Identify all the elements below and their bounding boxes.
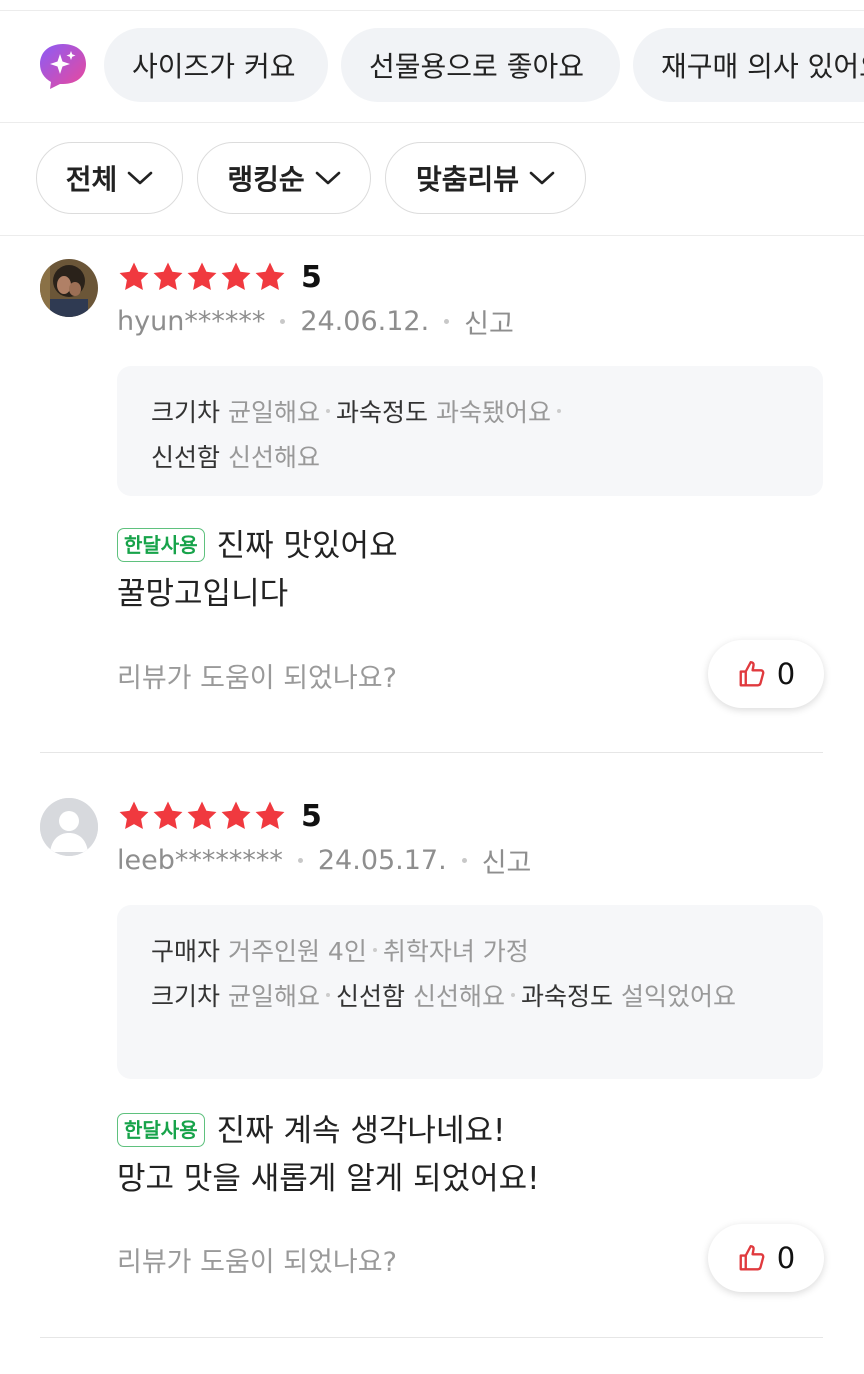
- star-icon: [187, 262, 217, 291]
- top-divider: [0, 10, 864, 11]
- review-divider: [40, 1337, 823, 1338]
- avatar[interactable]: [40, 259, 98, 317]
- attribute-key: 신선함: [335, 982, 405, 1011]
- meta-separator: [280, 318, 286, 324]
- reviewer-id: hyun******: [117, 305, 266, 337]
- star-icon: [221, 801, 251, 830]
- filter-sort-dropdown[interactable]: 랭킹순: [197, 142, 371, 214]
- keyword-chip-row: 사이즈가 커요 선물용으로 좋아요 재구매 의사 있어요: [0, 28, 864, 104]
- attribute-separator: [325, 409, 330, 413]
- review-text-line: 진짜 맛있어요: [216, 528, 398, 564]
- filter-label: 전체: [65, 163, 118, 196]
- star-icon: [187, 801, 217, 830]
- ai-sparkle-icon[interactable]: [38, 42, 88, 90]
- report-link[interactable]: 신고: [464, 302, 514, 341]
- filter-label: 랭킹순: [227, 163, 305, 196]
- review-text: 한달사용 진짜 계속 생각나네요! 망고 맛을 새롭게 알게 되었어요!: [117, 1107, 540, 1203]
- month-use-badge: 한달사용: [117, 527, 205, 562]
- rating-score: 5: [301, 798, 322, 834]
- report-link[interactable]: 신고: [482, 841, 532, 880]
- chevron-down-icon: [315, 171, 340, 185]
- thumbs-up-icon: [739, 660, 765, 687]
- attribute-separator: [325, 993, 330, 997]
- review-text-line: 망고 맛을 새롭게 알게 되었어요!: [117, 1161, 540, 1197]
- review-date: 24.06.12.: [300, 305, 430, 337]
- keyword-chip-label: 사이즈가 커요: [132, 50, 296, 83]
- review-meta: hyun****** 24.06.12. 신고: [117, 302, 514, 341]
- review-text: 한달사용 진짜 맛있어요 꿀망고입니다: [117, 522, 398, 618]
- helpful-prompt: 리뷰가 도움이 되었나요?: [117, 663, 397, 694]
- like-count: 0: [776, 657, 796, 691]
- attribute-separator: [556, 409, 561, 413]
- default-avatar-icon: [40, 798, 98, 856]
- meta-separator: [297, 857, 303, 863]
- filter-label: 맞춤리뷰: [415, 163, 520, 196]
- star-icon: [119, 801, 149, 830]
- reviewer-id: leeb********: [117, 844, 283, 876]
- thumbs-up-icon: [739, 1244, 765, 1271]
- helpful-prompt: 리뷰가 도움이 되었나요?: [117, 1247, 397, 1278]
- review-attributes: 크기차 균일해요 과숙정도 과숙됐어요 신선함 신선해요: [117, 366, 823, 496]
- star-icon: [255, 262, 285, 291]
- chevron-down-icon: [529, 171, 555, 185]
- keyword-chip-gift[interactable]: 선물용으로 좋아요: [341, 28, 620, 102]
- star-rating: 5: [117, 257, 322, 297]
- star-rating: 5: [117, 796, 322, 836]
- star-icon: [255, 801, 285, 830]
- star-icon: [153, 262, 183, 291]
- review-meta: leeb******** 24.05.17. 신고: [117, 841, 532, 880]
- like-button[interactable]: 0: [708, 640, 824, 708]
- attribute-separator: [510, 993, 515, 997]
- buyer-info: 취학자녀 가정: [382, 937, 529, 966]
- review-text-line: 진짜 계속 생각나네요!: [216, 1113, 506, 1149]
- month-use-badge: 한달사용: [117, 1112, 205, 1147]
- review-text-line: 꿀망고입니다: [117, 576, 289, 612]
- chevron-down-icon: [127, 171, 153, 185]
- star-icon: [153, 801, 183, 830]
- attribute-value: 신선해요: [227, 443, 320, 472]
- review-divider: [40, 752, 823, 753]
- attribute-value: 신선해요: [412, 982, 505, 1011]
- filter-all-dropdown[interactable]: 전체: [36, 142, 183, 214]
- rating-score: 5: [301, 259, 322, 295]
- buyer-label: 구매자: [151, 937, 221, 966]
- like-count: 0: [776, 1241, 796, 1275]
- avatar[interactable]: [40, 798, 98, 856]
- attribute-key: 과숙정도: [335, 398, 428, 427]
- attribute-key: 크기차: [151, 982, 221, 1011]
- attribute-value: 균일해요: [227, 982, 320, 1011]
- attribute-value: 설익었어요: [620, 982, 736, 1011]
- like-button[interactable]: 0: [708, 1224, 824, 1292]
- attribute-key: 과숙정도: [520, 982, 613, 1011]
- filter-custom-review-dropdown[interactable]: 맞춤리뷰: [385, 142, 586, 214]
- attribute-value: 과숙됐어요: [435, 398, 551, 427]
- review-date: 24.05.17.: [317, 844, 447, 876]
- meta-separator: [444, 318, 450, 324]
- avatar-photo: [40, 259, 98, 317]
- review-attributes: 구매자 거주인원 4인 취학자녀 가정 크기차 균일해요 신선함 신선해요 과숙정도 …: [117, 905, 823, 1079]
- attribute-separator: [372, 948, 377, 952]
- keyword-chip-label: 선물용으로 좋아요: [369, 50, 584, 83]
- keyword-chip-repurchase[interactable]: 재구매 의사 있어요: [633, 28, 864, 102]
- divider: [0, 122, 864, 123]
- attribute-key: 크기차: [151, 398, 221, 427]
- star-icon: [221, 262, 251, 291]
- keyword-chip-label: 재구매 의사 있어요: [661, 50, 864, 83]
- divider: [0, 235, 864, 236]
- meta-separator: [461, 857, 467, 863]
- attribute-value: 균일해요: [227, 398, 320, 427]
- star-icon: [119, 262, 149, 291]
- buyer-info: 거주인원 4인: [227, 937, 367, 966]
- keyword-chip-size[interactable]: 사이즈가 커요: [104, 28, 328, 102]
- attribute-key: 신선함: [151, 443, 221, 472]
